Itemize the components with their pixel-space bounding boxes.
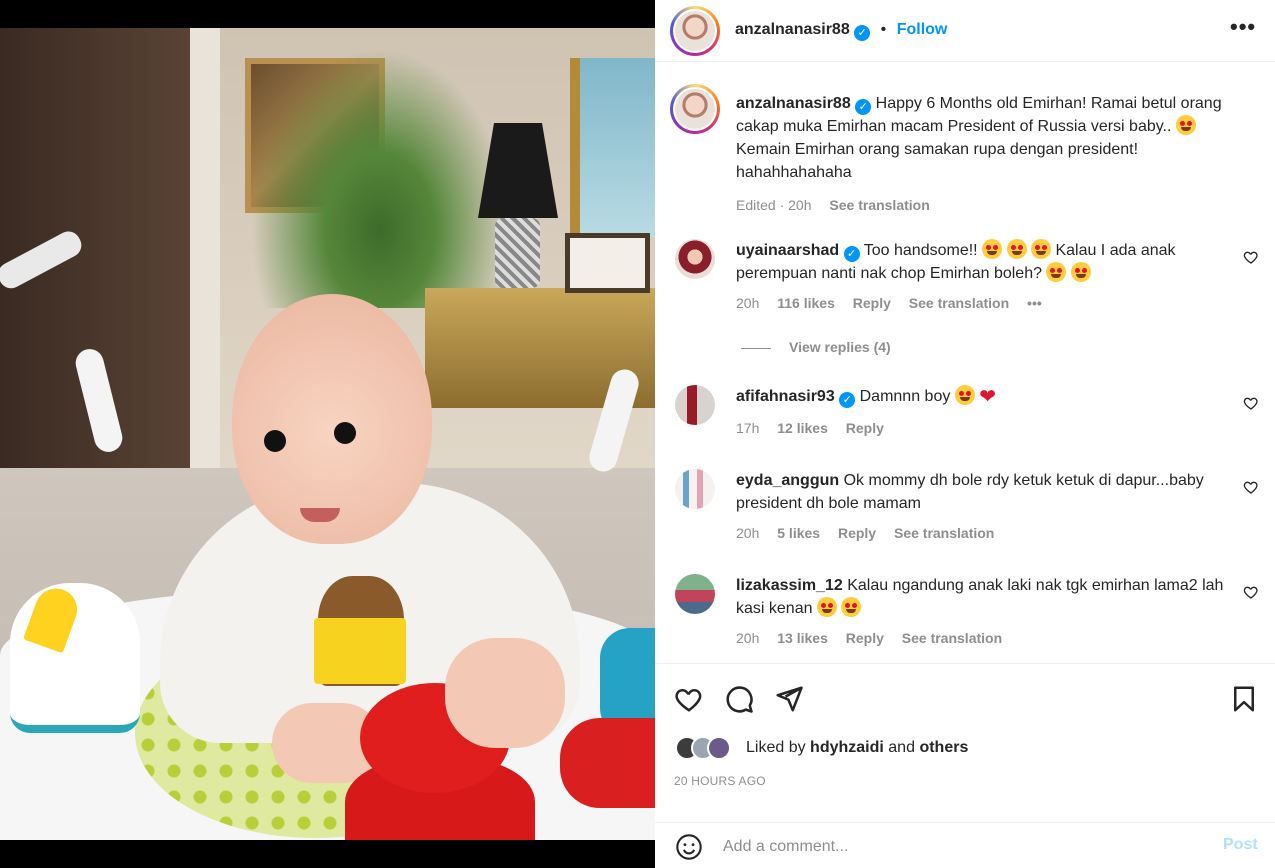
comment-meta: 20h 116 likes Reply See translation ••• — [736, 295, 1056, 311]
comment-meta: 20h 13 likes Reply See translation — [736, 630, 1016, 646]
heart-eyes-emoji-icon — [1030, 239, 1051, 259]
post-media-pane — [0, 0, 655, 868]
verified-badge-icon: ✓ — [855, 99, 872, 115]
heart-eyes-emoji-icon — [1006, 239, 1027, 259]
caption-see-translation[interactable]: See translation — [829, 197, 929, 213]
photo-picture-frame — [565, 233, 650, 293]
comment-likes[interactable]: 13 likes — [777, 630, 828, 646]
comment-reply-button[interactable]: Reply — [846, 630, 884, 646]
photo-window — [570, 58, 655, 238]
liked-by-text: Liked by hdyhzaidi and others — [746, 739, 968, 757]
caption-author-avatar[interactable] — [670, 84, 720, 134]
caption-body-2: Kemain Emirhan orang samakan rupa dengan… — [736, 141, 1139, 181]
commenter-avatar[interactable] — [675, 385, 715, 425]
bookmark-icon[interactable] — [1229, 684, 1259, 714]
view-replies-button[interactable]: View replies (4) — [741, 339, 891, 355]
comment-text: afifahnasir93 ✓ Damnnn boy ❤ — [736, 385, 1236, 408]
follow-button[interactable]: Follow — [897, 21, 948, 38]
comment-time: 20h — [736, 630, 760, 646]
comment-meta: 17h 12 likes Reply — [736, 420, 898, 436]
caption-username[interactable]: anzalnanasir88 — [736, 95, 851, 112]
comment-likes[interactable]: 116 likes — [777, 295, 835, 311]
add-comment-bar: Post — [655, 822, 1275, 868]
comment-text: uyainaarshad ✓ Too handsome!! Kalau I ad… — [736, 239, 1236, 285]
red-heart-emoji-icon: ❤ — [979, 386, 997, 408]
share-icon[interactable] — [774, 684, 804, 714]
comment-like-heart-icon[interactable] — [1243, 395, 1259, 411]
caption-text: anzalnanasir88 ✓ Happy 6 Months old Emir… — [736, 92, 1236, 217]
laughing-tears-emoji-icon — [1070, 262, 1091, 282]
zany-face-emoji-icon — [1046, 262, 1067, 282]
post-header: anzalnanasir88 ✓ • Follow ••• — [655, 0, 1275, 62]
grinning-sweat-emoji-icon — [1175, 115, 1196, 135]
heart-icon[interactable] — [674, 684, 704, 714]
comment-time: 17h — [736, 420, 760, 436]
commenter-avatar[interactable] — [675, 574, 715, 614]
photo-baby-eye-left — [264, 430, 286, 452]
photo-lamp-base — [495, 218, 540, 288]
liked-by-others[interactable]: others — [919, 739, 968, 756]
comment-body-a: Too handsome!! — [863, 242, 978, 259]
comment-likes[interactable]: 12 likes — [777, 420, 828, 436]
photo-bear-pocket — [314, 618, 406, 684]
comment-see-translation[interactable]: See translation — [902, 630, 1002, 646]
photo-baby-hand-right — [445, 638, 565, 748]
commenter-avatar[interactable] — [675, 469, 715, 509]
smiley-icon[interactable] — [675, 833, 703, 861]
post-comment-button[interactable]: Post — [1223, 836, 1258, 854]
caption-edited-time: Edited · 20h — [736, 197, 812, 213]
post-actions: Liked by hdyhzaidi and others 20 HOURS A… — [655, 663, 1275, 823]
separator-dot: • — [880, 21, 887, 38]
more-options-icon[interactable]: ••• — [1230, 14, 1256, 40]
heart-eyes-emoji-icon — [841, 597, 862, 617]
comment-like-heart-icon[interactable] — [1243, 479, 1259, 495]
comment-reply-button[interactable]: Reply — [846, 420, 884, 436]
comment-reply-button[interactable]: Reply — [838, 525, 876, 541]
comment-see-translation[interactable]: See translation — [909, 295, 1009, 311]
commenter-username[interactable]: uyainaarshad — [736, 242, 839, 259]
heart-eyes-emoji-icon — [954, 385, 975, 405]
view-replies-label: View replies (4) — [789, 339, 891, 355]
liked-by-user[interactable]: hdyhzaidi — [810, 739, 884, 756]
comment-text: lizakassim_12 Kalau ngandung anak laki n… — [736, 574, 1236, 620]
photo-baby-eye-right — [334, 422, 356, 444]
comment-time: 20h — [736, 525, 760, 541]
post-side-panel: anzalnanasir88 ✓ • Follow ••• anzalnanas… — [655, 0, 1275, 868]
author-username[interactable]: anzalnanasir88 — [735, 21, 850, 38]
commenter-username[interactable]: eyda_anggun — [736, 472, 839, 489]
comment-body-a: Damnnn boy — [859, 388, 951, 405]
comment-text: eyda_anggun Ok mommy dh bole rdy ketuk k… — [736, 469, 1236, 515]
author-avatar[interactable] — [670, 6, 720, 56]
avatar — [707, 736, 731, 760]
comment-see-translation[interactable]: See translation — [894, 525, 994, 541]
photo-door-frame — [190, 28, 220, 488]
liked-by-prefix: Liked by — [746, 739, 806, 756]
comment-meta: 20h 5 likes Reply See translation — [736, 525, 1008, 541]
commenter-username[interactable]: afifahnasir93 — [736, 388, 835, 405]
comment-likes[interactable]: 5 likes — [777, 525, 820, 541]
heart-eyes-emoji-icon — [982, 239, 1003, 259]
photo-baby-head — [232, 294, 432, 544]
comment-icon[interactable] — [724, 684, 754, 714]
commenter-avatar[interactable] — [675, 239, 715, 279]
comment-like-heart-icon[interactable] — [1243, 249, 1259, 265]
comment-more-options-icon[interactable]: ••• — [1027, 295, 1042, 311]
verified-badge-icon: ✓ — [854, 25, 871, 41]
verified-badge-icon: ✓ — [839, 392, 856, 408]
comment-reply-button[interactable]: Reply — [853, 295, 891, 311]
commenter-username[interactable]: lizakassim_12 — [736, 577, 843, 594]
smiling-hearts-emoji-icon — [816, 597, 837, 617]
header-user-line: anzalnanasir88 ✓ • Follow — [735, 21, 947, 41]
photo-toy-red-right — [560, 718, 655, 808]
liked-by-and: and — [888, 739, 915, 756]
photo-plant — [250, 48, 510, 308]
post-photo[interactable] — [0, 28, 655, 840]
view-replies-line — [741, 347, 771, 349]
comment-like-heart-icon[interactable] — [1243, 584, 1259, 600]
verified-badge-icon: ✓ — [843, 246, 860, 262]
comment-input[interactable] — [723, 835, 1183, 859]
post-timestamp[interactable]: 20 HOURS AGO — [674, 774, 766, 788]
caption-meta: Edited · 20h See translation — [736, 194, 1236, 217]
comment-time: 20h — [736, 295, 760, 311]
